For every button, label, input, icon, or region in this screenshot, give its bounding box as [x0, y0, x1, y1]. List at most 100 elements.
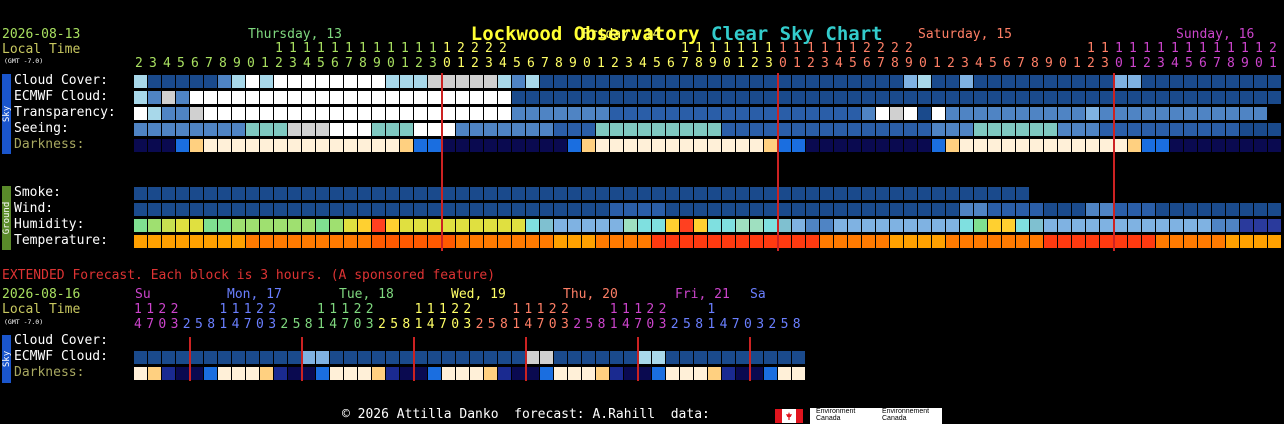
cloud-cell[interactable] — [736, 75, 749, 88]
seeing-cell[interactable] — [904, 123, 917, 136]
transp-cell[interactable] — [974, 107, 987, 120]
transp-cell[interactable] — [428, 107, 441, 120]
ecmwf-cell[interactable] — [1128, 91, 1141, 104]
wind-cell[interactable] — [1142, 203, 1155, 216]
dark-cell[interactable] — [232, 139, 245, 152]
seeing-cell[interactable] — [1156, 123, 1169, 136]
ext-dark-cell[interactable] — [148, 367, 161, 380]
ecmwf-cell[interactable] — [1184, 91, 1197, 104]
wind-cell[interactable] — [988, 203, 1001, 216]
wind-cell[interactable] — [498, 203, 511, 216]
dark-cell[interactable] — [344, 139, 357, 152]
seeing-cell[interactable] — [1240, 123, 1253, 136]
smoke-cell[interactable] — [624, 187, 637, 200]
temp-cell[interactable] — [596, 235, 609, 248]
cloud-cell[interactable] — [162, 75, 175, 88]
wind-cell[interactable] — [148, 203, 161, 216]
seeing-cell[interactable] — [666, 123, 679, 136]
ext-cloud-cell[interactable] — [302, 351, 315, 364]
transp-cell[interactable] — [610, 107, 623, 120]
wind-cell[interactable] — [428, 203, 441, 216]
seeing-cell[interactable] — [358, 123, 371, 136]
dark-cell[interactable] — [624, 139, 637, 152]
transp-cell[interactable] — [456, 107, 469, 120]
wind-cell[interactable] — [694, 203, 707, 216]
wind-cell[interactable] — [680, 203, 693, 216]
temp-cell[interactable] — [414, 235, 427, 248]
temp-cell[interactable] — [722, 235, 735, 248]
ecmwf-cell[interactable] — [414, 91, 427, 104]
transp-cell[interactable] — [414, 107, 427, 120]
transp-cell[interactable] — [1114, 107, 1127, 120]
ext-dark-cell[interactable] — [624, 367, 637, 380]
hum-cell[interactable] — [1212, 219, 1225, 232]
ecmwf-cell[interactable] — [428, 91, 441, 104]
dark-cell[interactable] — [470, 139, 483, 152]
ext-dark-cell[interactable] — [260, 367, 273, 380]
cloud-cell[interactable] — [1156, 75, 1169, 88]
hum-cell[interactable] — [274, 219, 287, 232]
hum-cell[interactable] — [568, 219, 581, 232]
transp-cell[interactable] — [554, 107, 567, 120]
temp-cell[interactable] — [358, 235, 371, 248]
dark-cell[interactable] — [1226, 139, 1239, 152]
temp-cell[interactable] — [134, 235, 147, 248]
ext-cloud-cell[interactable] — [512, 351, 525, 364]
temp-cell[interactable] — [1128, 235, 1141, 248]
ecmwf-cell[interactable] — [918, 91, 931, 104]
wind-cell[interactable] — [666, 203, 679, 216]
dark-cell[interactable] — [456, 139, 469, 152]
seeing-cell[interactable] — [302, 123, 315, 136]
temp-cell[interactable] — [792, 235, 805, 248]
hum-cell[interactable] — [834, 219, 847, 232]
transp-cell[interactable] — [624, 107, 637, 120]
smoke-cell[interactable] — [890, 187, 903, 200]
wind-cell[interactable] — [484, 203, 497, 216]
cloud-cell[interactable] — [190, 75, 203, 88]
ext-cloud-cell[interactable] — [736, 351, 749, 364]
dark-cell[interactable] — [680, 139, 693, 152]
cloud-cell[interactable] — [890, 75, 903, 88]
ecmwf-cell[interactable] — [190, 91, 203, 104]
temp-cell[interactable] — [274, 235, 287, 248]
hum-cell[interactable] — [792, 219, 805, 232]
ecmwf-cell[interactable] — [764, 91, 777, 104]
dark-cell[interactable] — [554, 139, 567, 152]
wind-cell[interactable] — [442, 203, 455, 216]
smoke-cell[interactable] — [806, 187, 819, 200]
ext-dark-cell[interactable] — [414, 367, 427, 380]
smoke-cell[interactable] — [386, 187, 399, 200]
seeing-cell[interactable] — [1254, 123, 1267, 136]
temp-cell[interactable] — [1058, 235, 1071, 248]
cloud-cell[interactable] — [302, 75, 315, 88]
dark-cell[interactable] — [330, 139, 343, 152]
seeing-cell[interactable] — [148, 123, 161, 136]
smoke-cell[interactable] — [260, 187, 273, 200]
cloud-cell[interactable] — [652, 75, 665, 88]
hum-cell[interactable] — [316, 219, 329, 232]
dark-cell[interactable] — [1198, 139, 1211, 152]
smoke-cell[interactable] — [932, 187, 945, 200]
ecmwf-cell[interactable] — [162, 91, 175, 104]
temp-cell[interactable] — [1142, 235, 1155, 248]
temp-cell[interactable] — [372, 235, 385, 248]
ext-dark-cell[interactable] — [274, 367, 287, 380]
ecmwf-cell[interactable] — [148, 91, 161, 104]
ext-cloud-cell[interactable] — [526, 351, 539, 364]
wind-cell[interactable] — [708, 203, 721, 216]
ecmwf-cell[interactable] — [1198, 91, 1211, 104]
temp-cell[interactable] — [344, 235, 357, 248]
dark-cell[interactable] — [134, 139, 147, 152]
ext-dark-cell[interactable] — [610, 367, 623, 380]
wind-cell[interactable] — [162, 203, 175, 216]
ext-cloud-cell[interactable] — [498, 351, 511, 364]
wind-cell[interactable] — [792, 203, 805, 216]
temp-cell[interactable] — [148, 235, 161, 248]
ecmwf-cell[interactable] — [1156, 91, 1169, 104]
ext-row-label-cloud-cover[interactable]: Cloud Cover: — [14, 333, 108, 349]
smoke-cell[interactable] — [330, 187, 343, 200]
wind-cell[interactable] — [190, 203, 203, 216]
hum-cell[interactable] — [232, 219, 245, 232]
hum-cell[interactable] — [1142, 219, 1155, 232]
hum-cell[interactable] — [932, 219, 945, 232]
